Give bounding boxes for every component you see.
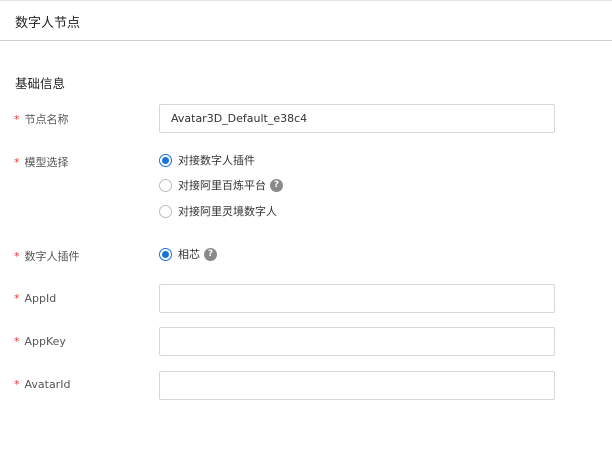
model-select-label-text: 模型选择	[24, 156, 69, 169]
required-mark: *	[14, 113, 20, 126]
model-option-aliyun-lingjing[interactable]: 对接阿里灵境数字人	[159, 203, 277, 219]
help-icon[interactable]: ?	[204, 247, 217, 261]
node-name-label-text: 节点名称	[24, 113, 69, 126]
plugin-label: * 数字人插件	[14, 248, 80, 264]
plugin-option-xiangxin[interactable]: 相芯 ?	[159, 246, 217, 262]
avatar-id-label-text: AvatarId	[24, 378, 71, 391]
app-key-label: * AppKey	[14, 335, 66, 348]
radio-unchecked-icon[interactable]	[159, 204, 172, 218]
app-key-input[interactable]	[159, 327, 555, 356]
avatar-id-label: * AvatarId	[14, 378, 70, 391]
model-option-aliyun-bailian[interactable]: 对接阿里百炼平台 ?	[159, 177, 283, 193]
app-id-label-text: AppId	[24, 292, 57, 305]
model-option-label: 对接数字人插件	[178, 154, 255, 167]
plugin-option-label: 相芯	[178, 248, 200, 261]
required-mark: *	[14, 335, 20, 348]
model-option-label: 对接阿里百炼平台	[178, 179, 266, 192]
panel-title: 数字人节点	[15, 16, 81, 31]
required-mark: *	[14, 250, 20, 263]
radio-checked-icon[interactable]	[159, 247, 172, 261]
node-name-label: * 节点名称	[14, 111, 69, 127]
plugin-label-text: 数字人插件	[24, 250, 80, 263]
section-title-basic-info: 基础信息	[15, 76, 66, 91]
app-id-label: * AppId	[14, 292, 56, 305]
node-name-input[interactable]: Avatar3D_Default_e38c4	[159, 104, 555, 133]
digital-human-node-panel: 数字人节点 基础信息 * 节点名称 Avatar3D_Default_e38c4 …	[0, 0, 612, 457]
help-icon[interactable]: ?	[270, 178, 283, 192]
required-mark: *	[14, 292, 20, 305]
avatar-id-input[interactable]	[159, 371, 555, 400]
model-select-label: * 模型选择	[14, 154, 69, 170]
required-mark: *	[14, 378, 20, 391]
model-option-label: 对接阿里灵境数字人	[178, 205, 277, 218]
app-id-input[interactable]	[159, 284, 555, 313]
required-mark: *	[14, 156, 20, 169]
app-key-label-text: AppKey	[24, 335, 66, 348]
model-option-digital-human-plugin[interactable]: 对接数字人插件	[159, 152, 255, 168]
panel-header: 数字人节点	[0, 0, 612, 41]
radio-checked-icon[interactable]	[159, 153, 172, 167]
radio-unchecked-icon[interactable]	[159, 178, 172, 192]
